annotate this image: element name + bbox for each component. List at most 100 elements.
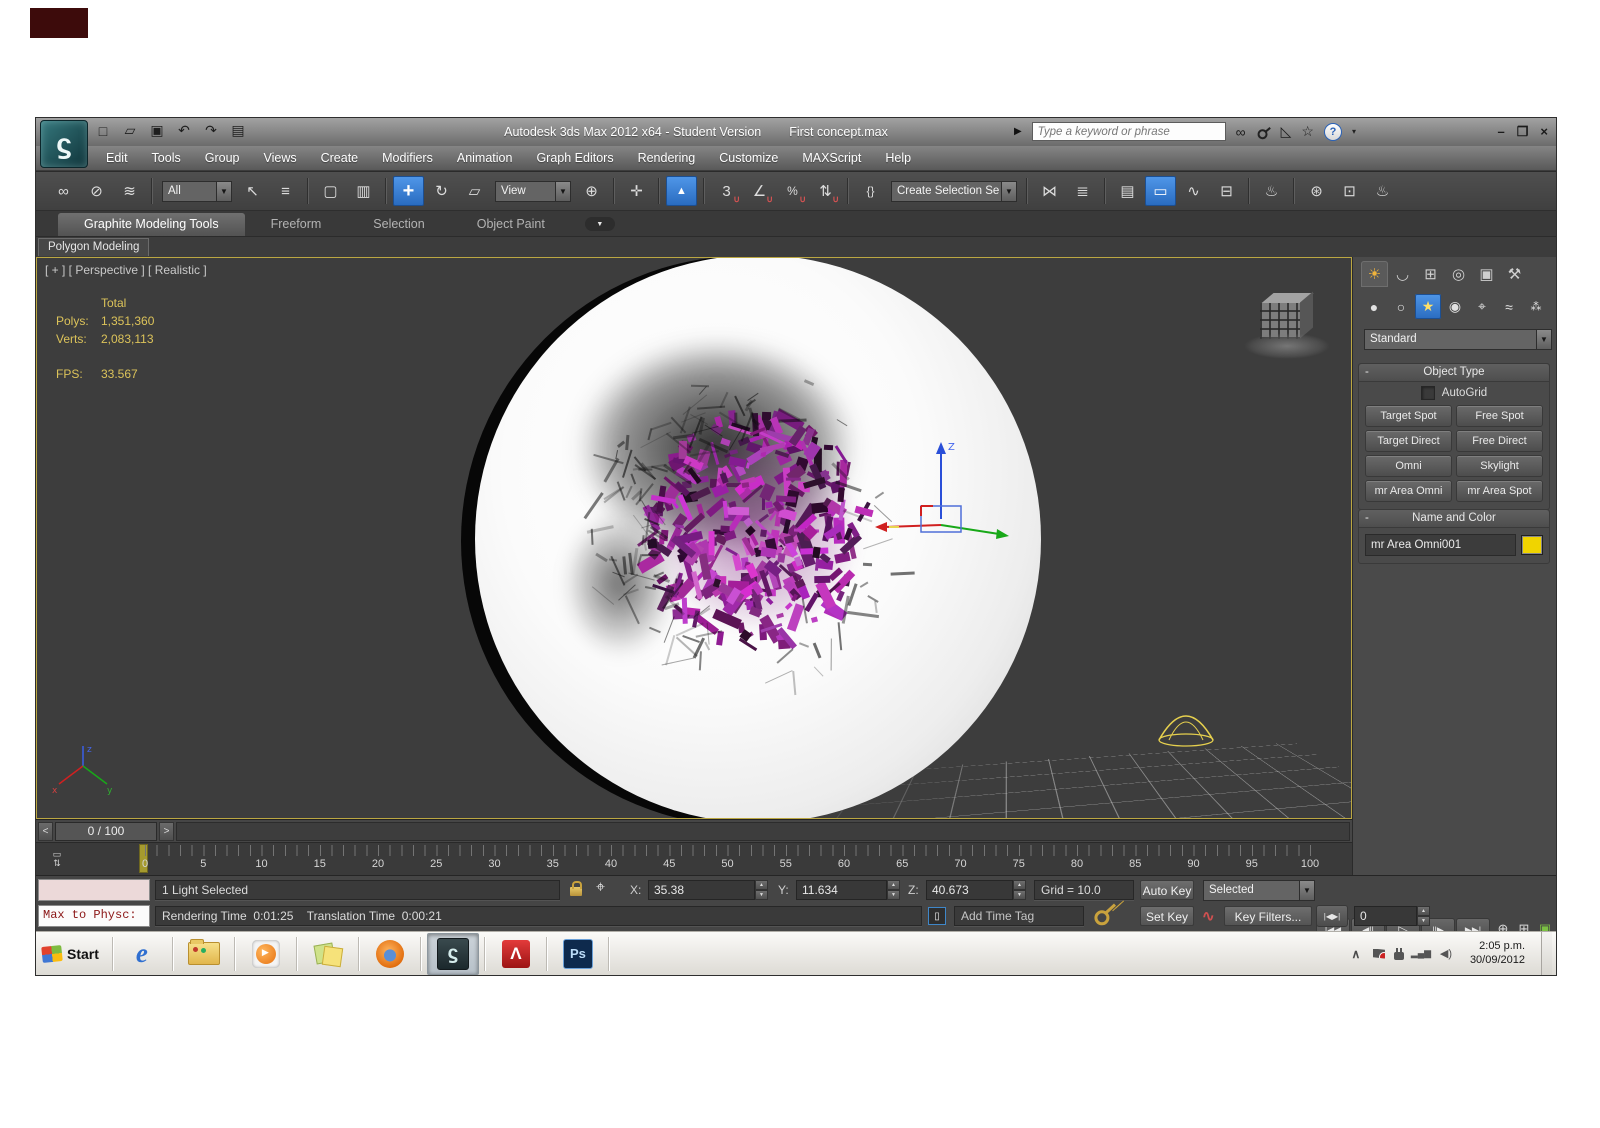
x-coordinate-field[interactable]: 35.38 [648, 880, 768, 900]
taskbar-app-photoshop[interactable]: Ps [553, 934, 603, 974]
menu-tools[interactable]: Tools [140, 146, 193, 170]
ribbon-tab-selection[interactable]: Selection [347, 213, 450, 236]
favorites-icon[interactable] [1301, 123, 1314, 140]
light-type-omni[interactable]: Omni [1365, 455, 1452, 477]
application-menu-button[interactable] [40, 120, 88, 168]
panel-tab-modify[interactable] [1389, 261, 1416, 287]
taskbar-clock[interactable]: 2:05 p.m. 30/09/2012 [1464, 940, 1531, 968]
transform-gizmo[interactable]: Z [867, 428, 1037, 568]
key-filters-button[interactable]: Key Filters... [1224, 906, 1312, 926]
use-pivot-center-icon[interactable] [576, 176, 607, 206]
select-and-move-icon[interactable] [393, 176, 424, 206]
save-file-icon[interactable] [148, 122, 166, 139]
open-file-icon[interactable] [121, 122, 139, 139]
window-crossing-icon[interactable] [348, 176, 379, 206]
align-icon[interactable] [1067, 176, 1098, 206]
key-selection-dropdown[interactable]: Selected [1203, 880, 1315, 901]
snaps-toggle-icon[interactable]: 3 [711, 176, 742, 206]
named-selection-sets-icon[interactable] [855, 176, 886, 206]
select-object-icon[interactable] [237, 176, 268, 206]
material-editor-icon[interactable] [1301, 176, 1332, 206]
autogrid-checkbox[interactable] [1420, 386, 1435, 400]
menu-edit[interactable]: Edit [94, 146, 140, 170]
light-type-target-spot[interactable]: Target Spot [1365, 405, 1452, 427]
box-object[interactable] [1242, 291, 1337, 361]
z-spinner[interactable] [1013, 880, 1026, 900]
action-center-icon[interactable] [1372, 948, 1385, 959]
ribbon-dropdown-icon[interactable] [584, 217, 615, 231]
mr-area-omni-light[interactable] [1155, 700, 1217, 748]
start-button[interactable]: Start [36, 932, 109, 975]
z-coordinate-field[interactable]: 40.673 [926, 880, 1026, 900]
network-icon[interactable] [1413, 948, 1429, 959]
select-and-link-icon[interactable] [48, 176, 79, 206]
panel-tab-create[interactable] [1361, 261, 1388, 287]
schematic-view-icon[interactable] [1211, 176, 1242, 206]
time-slider[interactable]: 0 / 100 [55, 821, 157, 841]
x-spinner[interactable] [755, 880, 768, 900]
manage-layers-icon[interactable] [1112, 176, 1143, 206]
undo-icon[interactable] [175, 122, 193, 139]
category-lights[interactable] [1415, 294, 1441, 319]
taskbar-app-firefox[interactable] [365, 934, 415, 974]
select-and-manipulate-icon[interactable] [621, 176, 652, 206]
panel-tab-display[interactable] [1473, 261, 1500, 287]
key-mode-toggle[interactable] [1316, 905, 1348, 927]
help-button[interactable]: ? [1323, 122, 1342, 141]
redo-icon[interactable] [202, 122, 220, 139]
menu-rendering[interactable]: Rendering [626, 146, 708, 170]
track-bar[interactable]: 0 5 10 15 20 25 30 35 40 45 50 55 60 65 70 75 80 85 90 95 10… [36, 842, 1352, 876]
bind-to-space-warp-icon[interactable] [114, 176, 145, 206]
rect-selection-region-icon[interactable] [315, 176, 346, 206]
taskbar-app-3ds-max[interactable] [426, 932, 479, 975]
taskbar-app-sticky-notes[interactable] [303, 934, 353, 974]
y-spinner[interactable] [887, 880, 900, 900]
maxscript-command-field[interactable]: Max to Physc: [38, 905, 150, 927]
unlink-selection-icon[interactable] [81, 176, 112, 206]
purple-structure[interactable] [37, 258, 1351, 818]
auto-key-button[interactable]: Auto Key [1140, 880, 1194, 900]
menu-customize[interactable]: Customize [707, 146, 790, 170]
ribbon-tab-freeform[interactable]: Freeform [245, 213, 348, 236]
previous-frame-slider-button[interactable]: < [38, 821, 53, 841]
light-type-skylight[interactable]: Skylight [1456, 455, 1543, 477]
set-key-button[interactable]: Set Key [1140, 906, 1194, 926]
new-scene-icon[interactable] [94, 123, 112, 139]
panel-tab-motion[interactable] [1445, 261, 1472, 287]
dropdown-arrow-icon[interactable] [555, 180, 571, 202]
frame-spinner[interactable] [1417, 906, 1430, 926]
viewport-header[interactable]: [ + ] [ Perspective ] [ Realistic ] [45, 263, 207, 277]
light-type-mr-area-spot[interactable]: mr Area Spot [1456, 480, 1543, 502]
category-cameras[interactable] [1442, 294, 1468, 319]
curve-editor-icon[interactable] [1178, 176, 1209, 206]
light-type-free-spot[interactable]: Free Spot [1456, 405, 1543, 427]
ribbon-tab-graphite-modeling-tools[interactable]: Graphite Modeling Tools [58, 213, 245, 236]
mirror-icon[interactable] [1034, 176, 1065, 206]
category-helpers[interactable] [1469, 294, 1495, 319]
taskbar-app-internet-explorer[interactable]: e [117, 934, 167, 974]
class-dropdown[interactable]: Standard [1364, 329, 1552, 350]
minimize-button[interactable]: – [1498, 124, 1505, 140]
taskbar-app-file-explorer[interactable] [179, 934, 229, 974]
render-production-icon[interactable] [1367, 176, 1398, 206]
expand-tray-icon[interactable] [1348, 947, 1364, 961]
select-and-rotate-icon[interactable] [426, 176, 457, 206]
category-space-warps[interactable] [1496, 294, 1522, 319]
menu-group[interactable]: Group [193, 146, 252, 170]
search-icon[interactable] [1236, 124, 1246, 140]
dropdown-arrow-icon[interactable] [1001, 180, 1017, 202]
light-type-free-direct[interactable]: Free Direct [1456, 430, 1543, 452]
ribbon-tab-object-paint[interactable]: Object Paint [451, 213, 571, 236]
time-slider-track[interactable] [176, 821, 1350, 841]
taskbar-app-acrobat[interactable] [491, 934, 541, 974]
object-name-field[interactable]: mr Area Omni001 [1365, 534, 1516, 556]
open-mini-curve-editor-icon[interactable] [44, 845, 70, 872]
perspective-viewport[interactable]: [ + ] [ Perspective ] [ Realistic ] Tota… [36, 257, 1352, 820]
search-input[interactable] [1031, 122, 1226, 141]
toggle-ribbon-icon[interactable] [1145, 176, 1176, 206]
lock-selection-icon[interactable] [570, 881, 582, 896]
select-and-scale-icon[interactable] [459, 176, 490, 206]
percent-snap-icon[interactable] [777, 176, 808, 206]
help-dropdown-icon[interactable]: ▾ [1352, 127, 1356, 136]
panel-tab-hierarchy[interactable] [1417, 261, 1444, 287]
